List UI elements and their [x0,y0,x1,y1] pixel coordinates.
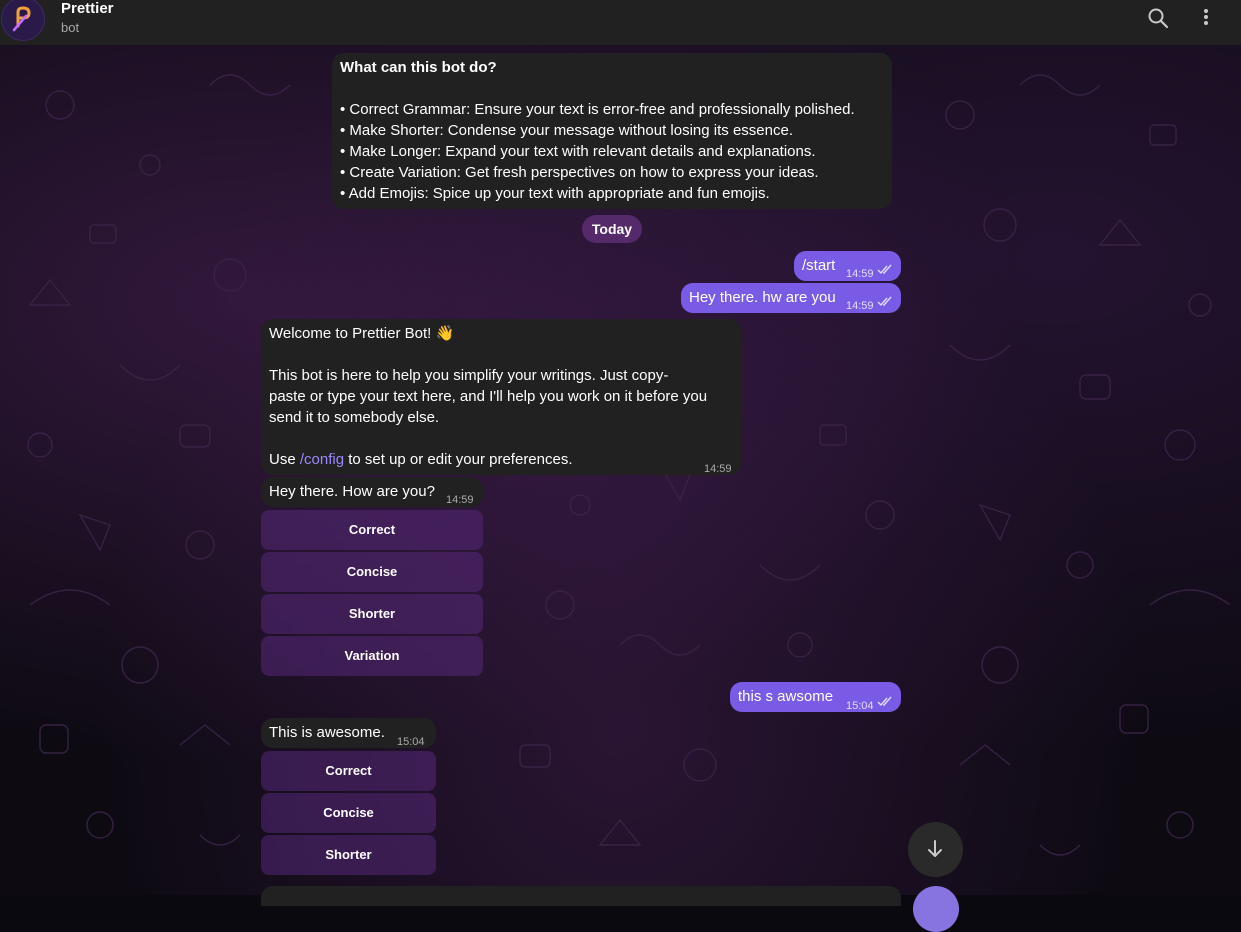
outgoing-message[interactable]: this s awsome 15:04 [730,682,901,712]
scroll-to-bottom-button[interactable] [908,822,963,877]
use-suffix: to set up or edit your preferences. [344,451,573,468]
welcome-paragraph-line: paste or type your text here, and I'll h… [269,388,708,405]
intro-item: • Make Shorter: Condense your message wi… [340,122,793,139]
bot-avatar[interactable] [1,0,45,41]
inline-button-concise[interactable]: Concise [261,552,483,592]
intro-item: • Make Longer: Expand your text with rel… [340,143,816,160]
message-text: this s awsome [738,688,834,705]
welcome-paragraph-line: This bot is here to help you simplify yo… [269,367,669,384]
incoming-message[interactable]: This is awesome. 15:04 [261,718,436,748]
outgoing-message[interactable]: Hey there. hw are you 14:59 [681,283,901,313]
inline-button-shorter[interactable]: Shorter [261,835,436,875]
chat-status: bot [61,20,80,35]
read-checkmarks-icon [877,264,892,275]
incoming-message[interactable]: Hey there. How are you? 14:59 [261,477,483,507]
message-text: Hey there. hw are you [689,289,836,306]
message-text: This is awesome. [269,724,385,741]
arrow-down-icon [928,840,942,857]
message-composer[interactable] [261,886,901,906]
message-time: 14:59 [704,463,732,475]
send-button[interactable] [913,886,959,932]
message-text: /start [802,257,836,274]
message-time: 15:04 [846,700,874,712]
intro-item: • Correct Grammar: Ensure your text is e… [340,101,855,118]
config-command-link[interactable]: /config [300,451,344,468]
inline-button-correct[interactable]: Correct [261,510,483,550]
inline-button-correct[interactable]: Correct [261,751,436,791]
message-time: 15:04 [397,736,425,748]
message-time: 14:59 [446,494,474,506]
welcome-line: Welcome to Prettier Bot! 👋 [269,325,455,342]
inline-button-variation[interactable]: Variation [261,636,483,676]
message-text: Hey there. How are you? [269,483,435,500]
intro-heading: What can this bot do? [340,59,497,76]
read-checkmarks-icon [877,296,892,307]
inline-button-shorter[interactable]: Shorter [261,594,483,634]
date-separator: Today [582,215,642,243]
intro-item: • Create Variation: Get fresh perspectiv… [340,164,819,181]
chat-header: Prettier bot [0,0,1241,45]
more-vertical-icon[interactable] [1194,6,1218,30]
search-icon[interactable] [1146,6,1170,30]
message-time: 14:59 [846,268,874,280]
chat-title: Prettier [61,0,114,17]
message-time: 14:59 [846,300,874,312]
prettier-logo-icon [12,6,31,32]
bot-intro-card: What can this bot do? • Correct Grammar:… [332,53,892,209]
incoming-message[interactable]: Welcome to Prettier Bot! 👋 This bot is h… [261,319,741,475]
outgoing-message[interactable]: /start 14:59 [794,251,901,281]
intro-item: • Add Emojis: Spice up your text with ap… [340,185,770,202]
inline-button-concise[interactable]: Concise [261,793,436,833]
read-checkmarks-icon [877,696,892,707]
welcome-paragraph-line: send it to somebody else. [269,409,440,426]
use-prefix: Use [269,451,300,468]
